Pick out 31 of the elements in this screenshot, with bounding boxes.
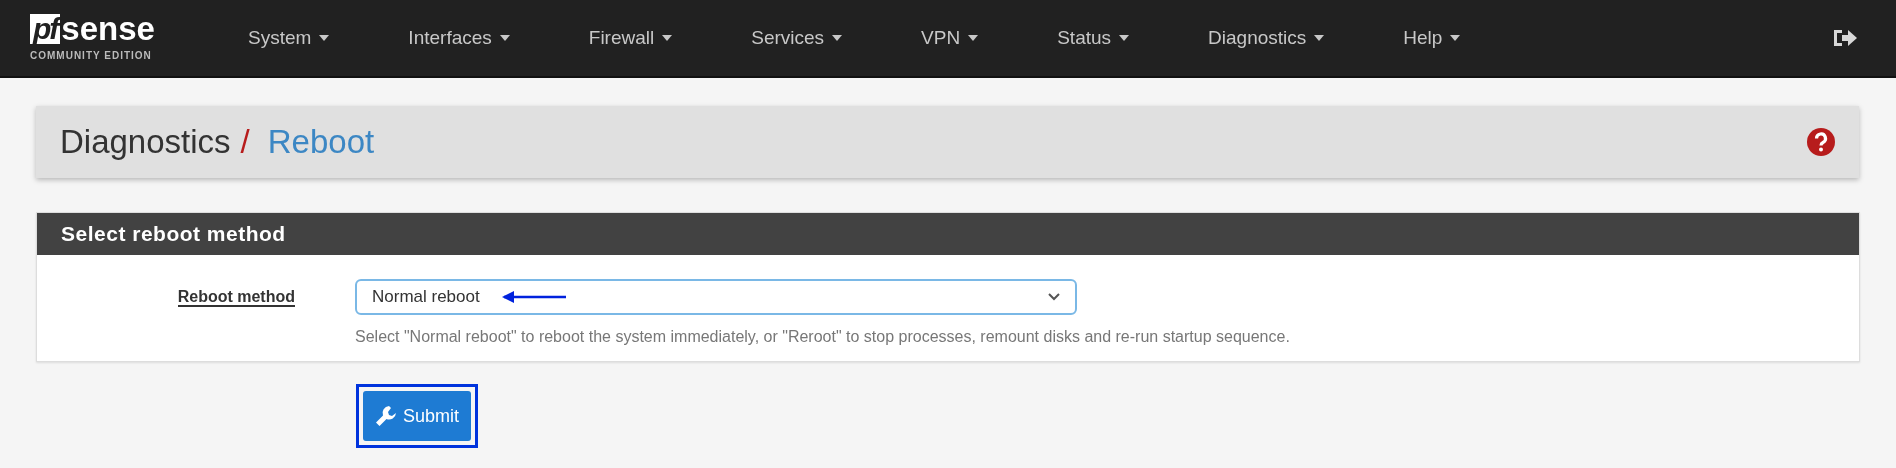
logo-word: sense: [61, 13, 155, 44]
caret-icon: [832, 35, 843, 41]
caret-icon: [499, 35, 510, 41]
caret-icon: [319, 35, 330, 41]
logo-edition: COMMUNITY EDITION: [30, 48, 153, 63]
menu-item[interactable]: Status: [1033, 13, 1154, 63]
logout-icon[interactable]: [1832, 27, 1858, 49]
menu-item[interactable]: VPN: [897, 13, 1003, 63]
menu-item[interactable]: Firewall: [564, 13, 697, 63]
caret-icon: [1119, 35, 1130, 41]
logo-mark: pf: [30, 13, 61, 44]
menu-item[interactable]: System: [224, 13, 354, 63]
panel-title: Select reboot method: [61, 221, 286, 248]
menu-item[interactable]: Help: [1379, 13, 1485, 63]
logo[interactable]: pfsense COMMUNITY EDITION: [30, 13, 200, 63]
caret-icon: [968, 35, 979, 41]
help-icon[interactable]: [1807, 128, 1835, 156]
field-label: Reboot method: [177, 285, 295, 307]
wrench-icon: [375, 405, 397, 427]
help-text: Select "Normal reboot" to reboot the system immediately, or "Reroot" to stop processes, remount disks and re-run startup sequence.: [355, 327, 1290, 347]
menu-item[interactable]: Interfaces: [384, 13, 534, 63]
breadcrumb-section[interactable]: Diagnostics: [60, 117, 231, 167]
menu-item[interactable]: Diagnostics: [1184, 13, 1349, 63]
breadcrumb-separator: /: [240, 122, 250, 163]
reboot-method-select[interactable]: Normal reboot: [355, 279, 1077, 315]
caret-icon: [1314, 35, 1325, 41]
caret-icon: [1450, 35, 1461, 41]
caret-icon: [662, 35, 673, 41]
chevron-icon: [1048, 293, 1060, 301]
menu-item[interactable]: Services: [727, 13, 867, 63]
submit-button[interactable]: Submit: [363, 391, 472, 441]
